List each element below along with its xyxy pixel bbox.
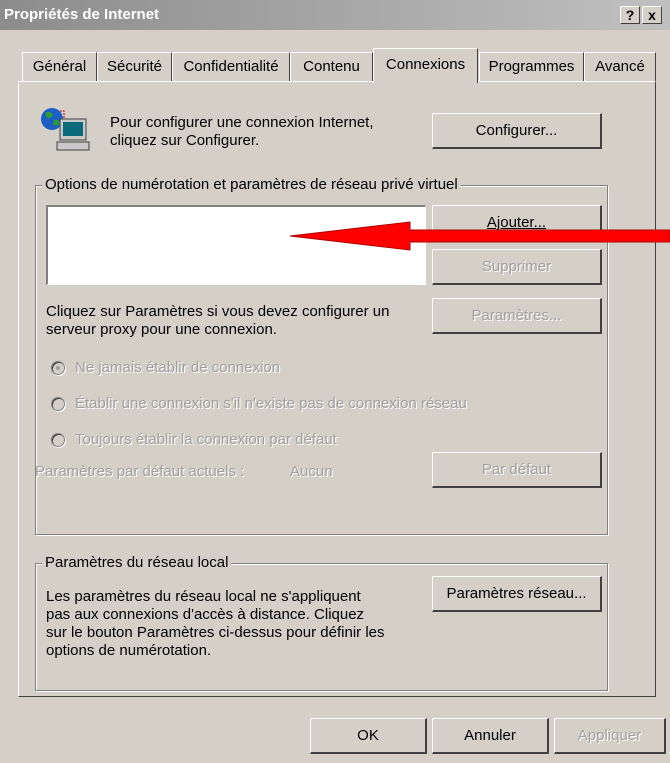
tab-label: Sécurité bbox=[106, 58, 163, 75]
parametres-reseau-button[interactable]: Paramètres réseau... bbox=[432, 576, 602, 612]
tab-connexions[interactable]: Connexions bbox=[373, 48, 478, 83]
tab-programmes[interactable]: Programmes bbox=[479, 52, 584, 82]
appliquer-button[interactable]: Appliquer bbox=[554, 718, 666, 754]
par-defaut-button[interactable]: Par défaut bbox=[432, 452, 602, 488]
tab-confidentialite[interactable]: Confidentialité bbox=[172, 52, 290, 82]
close-button[interactable]: x bbox=[642, 6, 662, 24]
lan-text-line3: sur le bouton Paramètres ci-dessus pour … bbox=[46, 624, 385, 641]
ok-button[interactable]: OK bbox=[310, 718, 427, 754]
tab-general[interactable]: Général bbox=[22, 52, 97, 82]
setup-text-line1: Pour configurer une connexion Internet, bbox=[110, 114, 374, 131]
default-settings-value: Aucun bbox=[290, 463, 333, 480]
configurer-button[interactable]: Configurer... bbox=[432, 113, 602, 149]
network-computer-icon bbox=[38, 105, 98, 155]
tab-contenu[interactable]: Contenu bbox=[290, 52, 373, 82]
tab-label: Général bbox=[32, 58, 87, 75]
annuler-button[interactable]: Annuler bbox=[432, 718, 549, 754]
default-settings-label: Paramètres par défaut actuels : bbox=[35, 463, 245, 480]
red-arrow-annotation bbox=[289, 220, 670, 252]
tab-avance[interactable]: Avancé bbox=[584, 52, 656, 82]
radio-always-dial[interactable] bbox=[51, 433, 65, 447]
lan-text-line4: options de numérotation. bbox=[46, 642, 212, 659]
dialup-legend: Options de numérotation et paramètres de… bbox=[42, 176, 461, 193]
help-button[interactable]: ? bbox=[620, 6, 640, 24]
proxy-text-line1: Cliquez sur Paramètres si vous devez con… bbox=[46, 303, 390, 320]
setup-text-line2: cliquez sur Configurer. bbox=[110, 132, 260, 149]
radio-always-dial-label: Toujours établir la connexion par défaut bbox=[75, 431, 337, 448]
supprimer-button[interactable]: Supprimer bbox=[432, 249, 602, 285]
proxy-text-line2: serveur proxy pour une connexion. bbox=[46, 321, 277, 338]
radio-never-dial-label: Ne jamais établir de connexion bbox=[75, 359, 281, 376]
tab-label: Contenu bbox=[303, 58, 360, 75]
radio-dial-when-no-network[interactable] bbox=[51, 397, 65, 411]
tab-securite[interactable]: Sécurité bbox=[97, 52, 172, 82]
tab-label: Programmes bbox=[488, 58, 575, 75]
tab-label: Confidentialité bbox=[183, 58, 279, 75]
lan-text-line1: Les paramètres du réseau local ne s'appl… bbox=[46, 588, 361, 605]
tab-label: Connexions bbox=[385, 56, 466, 73]
parametres-button[interactable]: Paramètres... bbox=[432, 298, 602, 334]
tab-label: Avancé bbox=[595, 58, 645, 75]
window-title: Propriétés de Internet bbox=[4, 6, 160, 23]
lan-text-line2: pas aux connexions d'accès à distance. C… bbox=[46, 606, 365, 623]
title-bar: Propriétés de Internet ? x bbox=[0, 0, 670, 30]
lan-legend: Paramètres du réseau local bbox=[42, 554, 232, 571]
radio-never-dial[interactable] bbox=[51, 361, 65, 375]
radio-dial-when-no-network-label: Établir une connexion s'il n'existe pas … bbox=[75, 395, 467, 412]
